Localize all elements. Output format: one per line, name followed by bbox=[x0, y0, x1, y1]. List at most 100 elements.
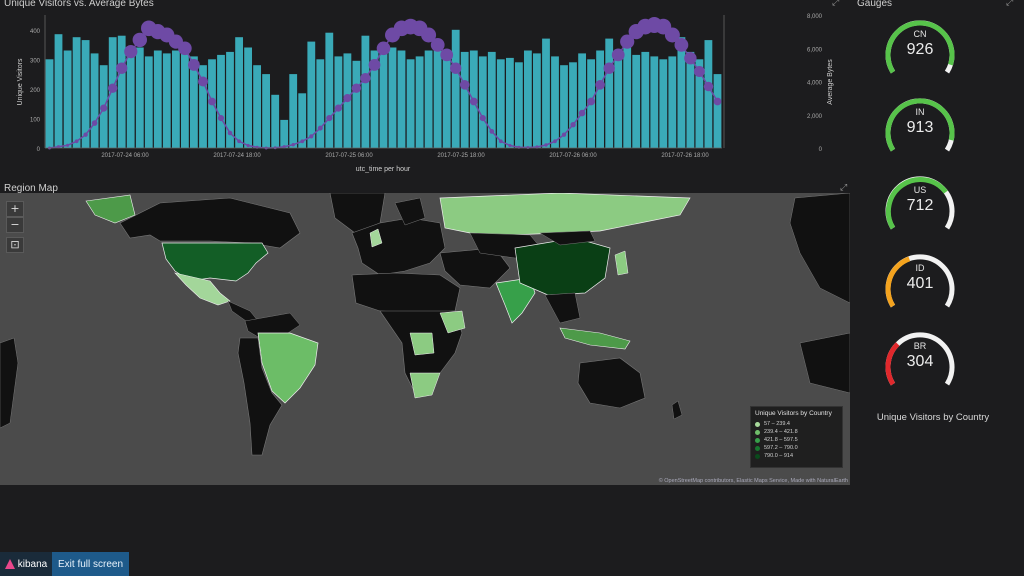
avg-bytes-point bbox=[300, 139, 305, 144]
avg-bytes-point bbox=[351, 83, 362, 93]
bar bbox=[460, 51, 469, 148]
avg-bytes-point bbox=[91, 120, 98, 126]
legend-row: 790.0 – 914 bbox=[755, 452, 838, 460]
bar bbox=[451, 29, 460, 148]
legend-range: 421.8 – 597.5 bbox=[764, 437, 798, 443]
bar bbox=[424, 50, 433, 148]
legend-row: 421.8 – 597.5 bbox=[755, 436, 838, 444]
bar bbox=[668, 56, 677, 148]
bar bbox=[217, 54, 225, 148]
avg-bytes-point bbox=[108, 83, 118, 93]
bar bbox=[135, 47, 144, 148]
avg-bytes-point bbox=[713, 97, 722, 106]
avg-bytes-point bbox=[124, 45, 138, 59]
country-japan bbox=[614, 250, 629, 276]
bar bbox=[632, 54, 641, 148]
gauge-value: 926 bbox=[906, 41, 934, 58]
bar bbox=[54, 34, 63, 149]
fit-bounds-button[interactable]: ⊡ bbox=[6, 237, 24, 253]
gauge-country-label: US bbox=[913, 185, 927, 195]
map-expand-icon[interactable]: ⤢ bbox=[840, 182, 847, 193]
bar bbox=[172, 50, 180, 148]
world-map-svg bbox=[0, 193, 850, 456]
avg-bytes-point bbox=[553, 139, 557, 144]
legend-row: 57 – 239.4 bbox=[755, 420, 838, 428]
bar bbox=[686, 51, 695, 148]
zoom-in-button[interactable]: + bbox=[6, 201, 24, 217]
legend-swatch bbox=[755, 445, 760, 451]
exit-full-screen-button[interactable]: Exit full screen bbox=[52, 552, 130, 576]
gauge-us: US 712 bbox=[880, 166, 960, 246]
avg-bytes-point bbox=[489, 129, 495, 134]
bar bbox=[650, 56, 659, 148]
bar bbox=[244, 47, 252, 148]
gauge-value: 712 bbox=[906, 197, 934, 214]
y-tick-right: 6,000 bbox=[807, 47, 823, 53]
country-china bbox=[514, 237, 611, 296]
bar bbox=[361, 35, 370, 149]
bar bbox=[72, 37, 81, 149]
legend-range: 57 – 239.4 bbox=[764, 421, 790, 427]
gauge-country-label: CN bbox=[913, 29, 927, 39]
legend-row: 597.2 – 790.0 bbox=[755, 444, 838, 452]
gauge-country-label: BR bbox=[913, 341, 927, 351]
gauge-br: BR 304 bbox=[880, 322, 960, 402]
y-tick-left: 400 bbox=[30, 29, 41, 35]
avg-bytes-point bbox=[459, 80, 470, 90]
region-map[interactable]: + − ⊡ © OpenStreetMap contributors, Elas… bbox=[0, 193, 850, 485]
country-southeast-asia bbox=[544, 292, 581, 324]
avg-bytes-point bbox=[217, 115, 225, 122]
avg-bytes-point bbox=[237, 139, 242, 144]
y-tick-left: 300 bbox=[30, 58, 41, 64]
bar bbox=[442, 54, 451, 148]
avg-bytes-point bbox=[693, 66, 705, 77]
gauge-in: IN 913 bbox=[880, 88, 960, 168]
land-west-edge bbox=[0, 337, 19, 429]
bar bbox=[388, 47, 397, 148]
bar bbox=[289, 74, 298, 148]
kibana-logo-icon bbox=[4, 559, 15, 569]
x-tick: 2017-07-26 06:00 bbox=[549, 153, 597, 159]
gauge-value: 304 bbox=[906, 353, 934, 370]
avg-bytes-point bbox=[603, 62, 615, 74]
kibana-logo[interactable]: kibana bbox=[0, 552, 52, 576]
bar bbox=[641, 51, 650, 148]
avg-bytes-point bbox=[703, 81, 714, 92]
y-tick-left: 200 bbox=[30, 88, 41, 94]
bar bbox=[524, 50, 532, 148]
map-attribution[interactable]: © OpenStreetMap contributors, Elastic Ma… bbox=[659, 478, 848, 484]
avg-bytes-point bbox=[334, 104, 342, 112]
avg-bytes-point bbox=[66, 143, 70, 147]
legend-title: Unique Visitors by Country bbox=[755, 410, 832, 417]
avg-bytes-point bbox=[508, 143, 512, 148]
bar bbox=[90, 53, 99, 148]
y-axis-label-right: Average Bytes bbox=[827, 59, 834, 105]
bar bbox=[478, 56, 487, 148]
bar bbox=[352, 60, 361, 148]
bar bbox=[533, 53, 541, 148]
zoom-out-button[interactable]: − bbox=[6, 217, 24, 233]
avg-bytes-point bbox=[684, 52, 697, 65]
bar bbox=[45, 59, 54, 148]
gauges-expand-icon[interactable]: ⤢ bbox=[1006, 0, 1013, 8]
avg-bytes-point bbox=[479, 115, 486, 122]
y-axis-label-left: Unique Visitors bbox=[17, 58, 24, 105]
legend-range: 239.4 – 421.8 bbox=[764, 429, 798, 435]
bar bbox=[496, 59, 505, 148]
avg-bytes-point bbox=[611, 48, 625, 62]
avg-bytes-point bbox=[227, 130, 233, 136]
y-tick-right: 0 bbox=[819, 147, 823, 153]
bar bbox=[677, 37, 686, 149]
bar bbox=[153, 50, 162, 148]
bar bbox=[704, 40, 713, 148]
avg-bytes-point bbox=[376, 41, 391, 56]
bar bbox=[433, 43, 442, 148]
y-tick-right: 4,000 bbox=[807, 81, 823, 87]
bar bbox=[271, 94, 280, 148]
country-russia bbox=[439, 193, 691, 236]
gauge-value: 401 bbox=[906, 275, 934, 292]
bar bbox=[63, 50, 72, 148]
gauges-label: Unique Visitors by Country bbox=[876, 412, 990, 423]
legend-row: 239.4 – 421.8 bbox=[755, 428, 838, 436]
y-tick-right: 8,000 bbox=[807, 14, 823, 20]
